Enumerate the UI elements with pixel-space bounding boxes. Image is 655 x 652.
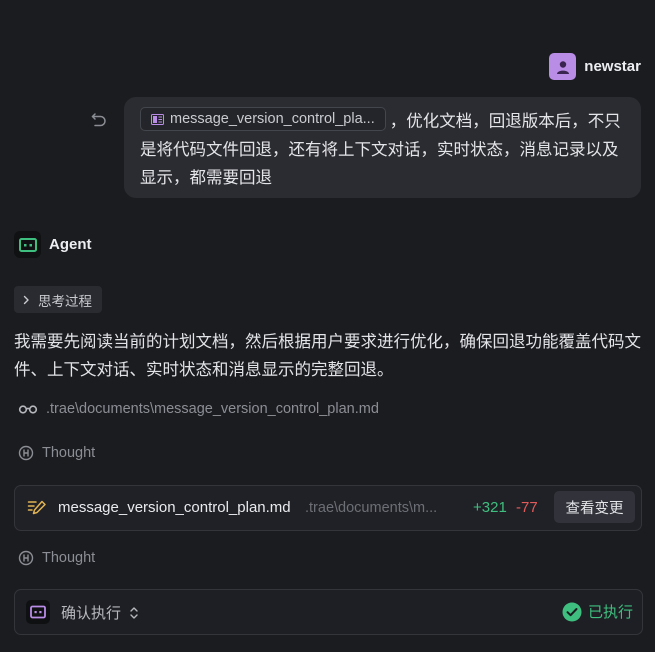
edited-file-path: .trae\documents\m...: [305, 500, 438, 516]
execution-card: 确认执行 已执行: [14, 589, 643, 635]
user-message-bubble: message_version_control_pla... ，优化文档，回退版…: [124, 97, 641, 198]
execution-agent-avatar: [26, 600, 50, 624]
lines-removed: -77: [516, 499, 538, 516]
check-circle-icon: [562, 602, 582, 621]
user-icon: [556, 60, 569, 74]
thought-icon: [18, 550, 34, 566]
agent-icon: [30, 605, 46, 619]
thought-item-1[interactable]: Thought: [18, 445, 95, 461]
agent-avatar: [14, 231, 41, 258]
user-header: newstar: [549, 53, 641, 80]
undo-icon[interactable]: [90, 110, 108, 128]
thought-label-2: Thought: [42, 550, 96, 566]
thought-item-2[interactable]: Thought: [18, 550, 95, 566]
confirm-execution-select[interactable]: 确认执行: [61, 602, 139, 623]
read-file-line[interactable]: .trae\documents\message_version_control_…: [18, 401, 379, 417]
lines-added: +321: [473, 499, 507, 516]
agent-response-text: 我需要先阅读当前的计划文档，然后根据用户要求进行优化，确保回退功能覆盖代码文件、…: [14, 332, 641, 379]
agent-name: Agent: [49, 236, 92, 253]
thought-label-1: Thought: [42, 445, 96, 461]
agent-header: Agent: [14, 231, 92, 258]
agent-icon: [18, 237, 37, 252]
confirm-execution-label: 确认执行: [61, 604, 122, 622]
glasses-icon: [18, 405, 38, 414]
edited-file-name: message_version_control_plan.md: [58, 499, 291, 516]
file-icon: [151, 113, 164, 125]
execution-status: 已执行: [562, 601, 633, 622]
file-attachment-chip[interactable]: message_version_control_pla...: [140, 107, 386, 131]
file-attachment-name: message_version_control_pla...: [170, 111, 375, 127]
thinking-process-toggle[interactable]: 思考过程: [14, 286, 102, 313]
read-file-path: .trae\documents\message_version_control_…: [46, 401, 379, 417]
view-changes-button[interactable]: 查看变更: [554, 491, 635, 523]
user-name: newstar: [584, 58, 641, 75]
edit-icon: [27, 500, 46, 515]
thinking-process-label: 思考过程: [38, 293, 92, 310]
thought-icon: [18, 445, 34, 461]
user-avatar: [549, 53, 577, 80]
chevron-updown-icon: [130, 606, 138, 619]
chevron-right-icon: [23, 295, 29, 304]
execution-status-label: 已执行: [587, 603, 633, 621]
user-message-text-block: message_version_control_pla... ，优化文档，回退版…: [140, 107, 628, 192]
file-edit-card[interactable]: message_version_control_plan.md .trae\do…: [14, 485, 642, 531]
